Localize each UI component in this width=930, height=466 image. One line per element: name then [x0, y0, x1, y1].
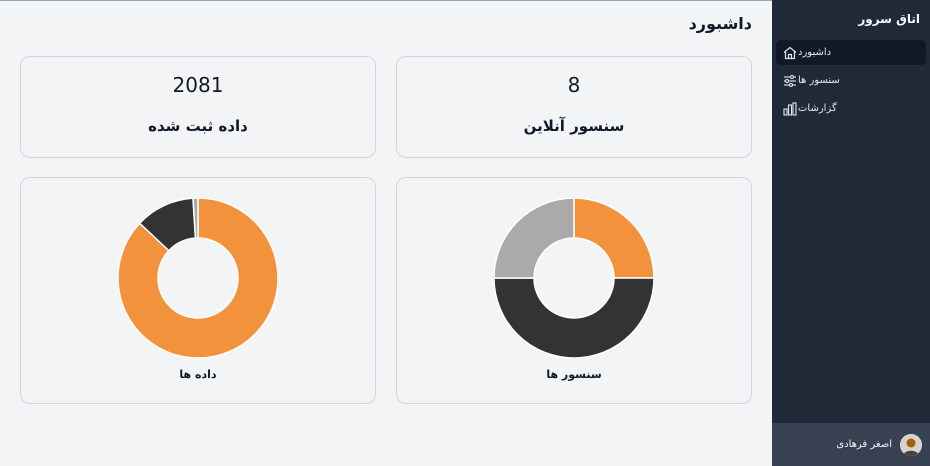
user-name: اصغر فرهادی	[836, 439, 892, 450]
stat-label: داده ثبت شده	[148, 117, 248, 135]
sidebar-item-label: گزارشات	[798, 103, 837, 114]
sidebar: اتاق سرور داشبورد سنسور ها گزارشات اصغر …	[772, 0, 930, 466]
main-content: داشبورد 2081 داده ثبت شده 8 سنسور آنلاین…	[0, 0, 772, 466]
stat-label: سنسور آنلاین	[523, 117, 625, 135]
avatar[interactable]	[900, 433, 922, 456]
home-icon	[782, 45, 798, 61]
stat-value: 8	[567, 73, 581, 97]
app-brand: اتاق سرور	[858, 12, 920, 26]
chart-card-data: داده ها	[20, 177, 376, 404]
chart-title: سنسور ها	[546, 368, 602, 381]
page-title: داشبورد	[688, 14, 752, 33]
sidebar-item-reports[interactable]: گزارشات	[776, 96, 926, 121]
stat-value: 2081	[172, 73, 224, 97]
stat-card-online-sensors: 8 سنسور آنلاین	[396, 56, 752, 158]
donut-chart-data[interactable]	[118, 198, 278, 358]
sidebar-item-label: داشبورد	[798, 47, 832, 58]
donut-slice[interactable]	[494, 277, 654, 358]
stat-card-records: 2081 داده ثبت شده	[20, 56, 376, 158]
donut-slice[interactable]	[573, 198, 654, 279]
user-profile[interactable]: اصغر فرهادی	[772, 423, 930, 466]
sidebar-item-sensors[interactable]: سنسور ها	[776, 68, 926, 93]
sidebar-nav: داشبورد سنسور ها گزارشات	[776, 40, 926, 124]
sidebar-item-dashboard[interactable]: داشبورد	[776, 40, 926, 65]
donut-slice[interactable]	[494, 198, 575, 279]
sliders-icon	[782, 73, 798, 89]
chart-card-sensors: سنسور ها	[396, 177, 752, 404]
donut-chart-sensors[interactable]	[494, 198, 654, 358]
chart-title: داده ها	[179, 368, 217, 381]
bar-chart-icon	[782, 101, 798, 117]
sidebar-item-label: سنسور ها	[798, 75, 840, 86]
